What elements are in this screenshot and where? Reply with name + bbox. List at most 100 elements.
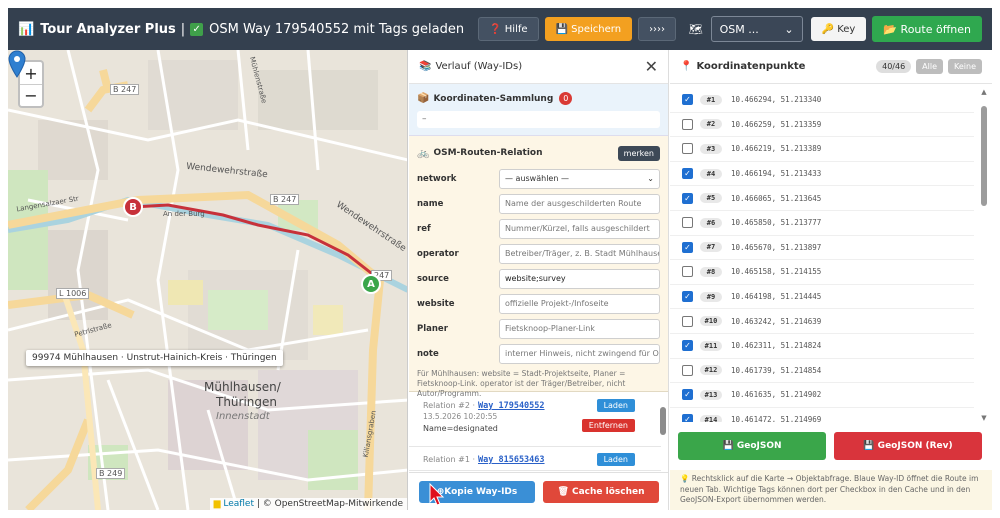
source-input[interactable]: website;survey xyxy=(499,268,660,289)
location-pin-icon[interactable] xyxy=(8,50,26,78)
point-checkbox[interactable] xyxy=(682,364,693,376)
point-index: #12 xyxy=(700,365,722,376)
point-coordinate: 10.466294, 51.213340 xyxy=(731,95,822,105)
remove-button[interactable]: Entfernen xyxy=(581,419,635,432)
point-checkbox[interactable] xyxy=(682,217,693,229)
point-checkbox[interactable] xyxy=(682,315,693,327)
point-checkbox[interactable]: ✓ xyxy=(682,389,693,401)
bicycle-icon: 🚲 xyxy=(417,147,430,159)
coordinates-panel: 📍 Koordinatenpunkte 40/46 Alle Keine ✓ #1… xyxy=(670,50,992,510)
coordinate-row: #12 10.461739, 51.214854 xyxy=(670,359,974,384)
website-input[interactable]: offizielle Projekt-/Infoseite xyxy=(499,293,660,314)
key-button[interactable]: 🔑 Key xyxy=(810,17,867,41)
point-index: #14 xyxy=(700,414,722,422)
status-text: OSM Way 179540552 mit Tags geladen xyxy=(209,21,465,37)
coordinate-row: ✓ #9 10.464198, 51.214445 xyxy=(670,285,974,310)
history-scrollbar[interactable] xyxy=(660,399,666,465)
point-count-badge: 40/46 xyxy=(876,60,912,73)
more-button[interactable]: ›››› xyxy=(638,17,677,41)
field-row-planer: Planer Fietsknoop-Planer-Link xyxy=(417,316,660,341)
select-all-button[interactable]: Alle xyxy=(916,59,944,74)
coordinate-row: #6 10.465850, 51.213777 xyxy=(670,211,974,236)
coordinates-title: Koordinatenpunkte xyxy=(696,61,806,72)
coordinate-scrollbar[interactable]: ▲ ▼ xyxy=(980,88,988,422)
field-row-network: network — auswählen — ⌄ xyxy=(417,166,660,191)
point-checkbox[interactable]: ✓ xyxy=(682,340,693,352)
collection-count-badge: 0 xyxy=(559,92,573,105)
point-index: #6 xyxy=(700,217,722,228)
attribution-text: | © OpenStreetMap-Mitwirkende xyxy=(254,499,403,509)
road-label: L 1006 xyxy=(56,288,90,299)
clear-cache-button[interactable]: 🗑 Cache löschen xyxy=(543,480,659,503)
point-index: #7 xyxy=(700,242,722,253)
flag-icon: ▆ xyxy=(213,499,221,509)
help-button[interactable]: ❓ Hilfe xyxy=(478,17,539,41)
ref-input[interactable]: Nummer/Kürzel, falls ausgeschildert xyxy=(499,218,660,239)
route-end-marker[interactable]: B xyxy=(123,197,143,217)
street-label: An der Burg xyxy=(163,210,205,218)
load-button[interactable]: Laden xyxy=(596,453,635,466)
list-item: Relation #2 · Way 179540552 13.5.2026 10:… xyxy=(409,393,661,447)
operator-input[interactable]: Betreiber/Träger, z. B. Stadt Mühlhausen xyxy=(499,243,660,264)
map-icon: 🗺 xyxy=(688,22,703,36)
leaflet-link[interactable]: Leaflet xyxy=(223,499,254,509)
close-icon[interactable]: ✕ xyxy=(645,57,658,76)
open-route-button[interactable]: 📂 Route öffnen xyxy=(872,16,982,42)
district-label: Innenstadt xyxy=(216,411,270,422)
point-checkbox[interactable]: ✓ xyxy=(682,414,693,422)
point-coordinate: 10.461635, 51.214902 xyxy=(731,390,822,400)
way-link[interactable]: Way 179540552 xyxy=(478,401,545,411)
geojson-rev-button[interactable]: 💾 GeoJSON (Rev) xyxy=(834,432,982,460)
route-start-marker[interactable]: A xyxy=(361,274,381,294)
point-checkbox[interactable] xyxy=(682,143,693,155)
select-none-button[interactable]: Keine xyxy=(948,59,982,74)
osm-select-value: OSM ... xyxy=(719,22,759,36)
geojson-button[interactable]: 💾 GeoJSON xyxy=(678,432,826,460)
point-checkbox[interactable] xyxy=(682,118,693,130)
city-label: Mühlhausen/ xyxy=(204,380,281,394)
coordinates-header: 📍 Koordinatenpunkte 40/46 Alle Keine xyxy=(670,50,992,84)
name-input[interactable]: Name der ausgeschilderten Route xyxy=(499,193,660,214)
zoom-out-button[interactable]: − xyxy=(20,84,42,106)
point-index: #10 xyxy=(700,316,722,327)
coordinate-row: ✓ #14 10.461472, 51.214969 xyxy=(670,408,974,422)
note-input[interactable]: interner Hinweis, nicht zwingend für OSM xyxy=(499,343,660,364)
relation-label: OSM-Routen-Relation xyxy=(433,148,543,158)
coordinate-row: #8 10.465158, 51.214155 xyxy=(670,260,974,285)
coordinate-row: ✓ #4 10.466194, 51.213433 xyxy=(670,162,974,187)
app-title: Tour Analyzer Plus xyxy=(40,21,176,37)
point-index: #3 xyxy=(700,143,722,154)
point-checkbox[interactable] xyxy=(682,266,693,278)
point-index: #1 xyxy=(700,94,722,105)
point-checkbox[interactable]: ✓ xyxy=(682,168,693,180)
mouse-cursor-icon xyxy=(429,483,445,506)
save-button[interactable]: 💾 Speichern xyxy=(544,17,633,41)
point-checkbox[interactable]: ✓ xyxy=(682,241,693,253)
map-tiles xyxy=(8,50,407,510)
remember-button[interactable]: merken xyxy=(617,145,660,161)
planer-input[interactable]: Fietsknoop-Planer-Link xyxy=(499,318,660,339)
point-index: #8 xyxy=(700,266,722,277)
point-coordinate: 10.465670, 51.213897 xyxy=(731,242,822,252)
history-title: Verlauf (Way-IDs) xyxy=(435,61,523,72)
history-footer: ⊕ Kopie Way-IDs 🗑 Cache löschen xyxy=(409,472,668,510)
point-checkbox[interactable]: ✓ xyxy=(682,291,693,303)
network-select[interactable]: — auswählen — ⌄ xyxy=(499,168,660,189)
point-coordinate: 10.466259, 51.213359 xyxy=(731,119,822,129)
osm-select[interactable]: OSM ... ⌄ xyxy=(710,16,803,42)
coordinate-collection: 📦 Koordinaten-Sammlung 0 – xyxy=(409,84,668,136)
point-coordinate: 10.466219, 51.213389 xyxy=(731,144,822,154)
load-button[interactable]: Laden xyxy=(596,399,635,412)
chevron-down-icon: ⌄ xyxy=(647,174,654,183)
point-index: #11 xyxy=(700,340,722,351)
check-icon: ✓ xyxy=(190,22,204,36)
road-label: B 247 xyxy=(110,84,140,95)
map-view[interactable]: B 247 B 247 247 L 1006 B 249 Wendewehrst… xyxy=(8,50,408,510)
coordinate-row: #2 10.466259, 51.213359 xyxy=(670,113,974,138)
collection-content: – xyxy=(417,111,660,128)
point-coordinate: 10.462311, 51.214824 xyxy=(731,341,822,351)
way-link[interactable]: Way 815653463 xyxy=(478,455,545,465)
point-checkbox[interactable]: ✓ xyxy=(682,192,693,204)
point-index: #9 xyxy=(700,291,722,302)
point-checkbox[interactable]: ✓ xyxy=(682,94,693,106)
